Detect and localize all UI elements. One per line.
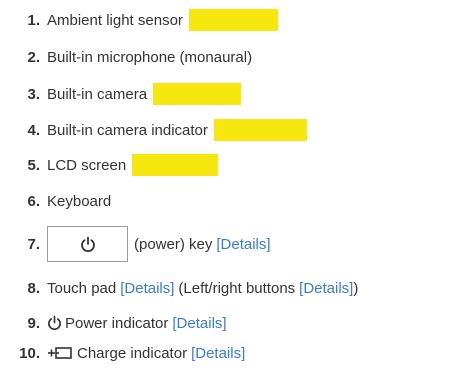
component-list: 1. Ambient light sensor 2. Built-in micr…: [0, 0, 465, 371]
highlight-marker: [132, 154, 219, 176]
item-number: 1.: [27, 11, 40, 29]
item-number: 10.: [19, 344, 40, 362]
list-item: 10. Charge indicator [Details]: [0, 341, 245, 365]
item-number: 7.: [27, 235, 40, 253]
details-link[interactable]: [Details]: [216, 236, 270, 253]
item-number: 8.: [27, 279, 40, 297]
item-number: 9.: [27, 314, 40, 332]
list-item: 2. Built-in microphone (monaural): [0, 45, 252, 69]
list-item: 7. (power) key [Details]: [0, 226, 271, 262]
item-number: 6.: [27, 192, 40, 210]
list-item: 9. Power indicator [Details]: [0, 311, 226, 335]
item-label: Ambient light sensor: [47, 11, 183, 29]
item-label: Built-in camera: [47, 85, 148, 103]
details-link[interactable]: [Details]: [191, 345, 245, 362]
details-link[interactable]: [Details]: [172, 315, 226, 332]
item-tail: ): [353, 279, 359, 297]
power-key-box: [47, 226, 128, 262]
item-label: Built-in camera indicator: [47, 121, 208, 139]
list-item: 4. Built-in camera indicator: [0, 118, 307, 142]
item-sublabel: (Left/right buttons: [178, 279, 296, 297]
power-icon: [80, 236, 96, 253]
highlight-marker: [213, 119, 307, 141]
highlight-marker: [153, 83, 242, 105]
item-label: Charge indicator: [77, 344, 188, 362]
item-label: Keyboard: [47, 192, 112, 210]
item-label: Touch pad: [47, 279, 117, 297]
list-item: 8. Touch pad [Details] (Left/right butto…: [0, 276, 358, 300]
item-label: Power indicator: [65, 314, 169, 332]
list-item: 5. LCD screen: [0, 153, 219, 177]
list-item: 1. Ambient light sensor: [0, 8, 278, 32]
list-item: 6. Keyboard: [0, 189, 111, 213]
item-number: 4.: [27, 121, 40, 139]
item-number: 2.: [27, 48, 40, 66]
item-label: LCD screen: [47, 156, 127, 174]
buttons-details-link[interactable]: [Details]: [299, 280, 353, 297]
item-number: 5.: [27, 156, 40, 174]
list-item: 3. Built-in camera: [0, 82, 242, 106]
item-number: 3.: [27, 85, 40, 103]
item-label: (power) key: [134, 235, 213, 253]
highlight-marker: [188, 9, 278, 31]
power-icon: [47, 315, 62, 331]
item-label: Built-in microphone (monaural): [47, 48, 253, 66]
charge-icon: [47, 346, 73, 360]
touch-pad-details-link[interactable]: [Details]: [120, 280, 174, 297]
